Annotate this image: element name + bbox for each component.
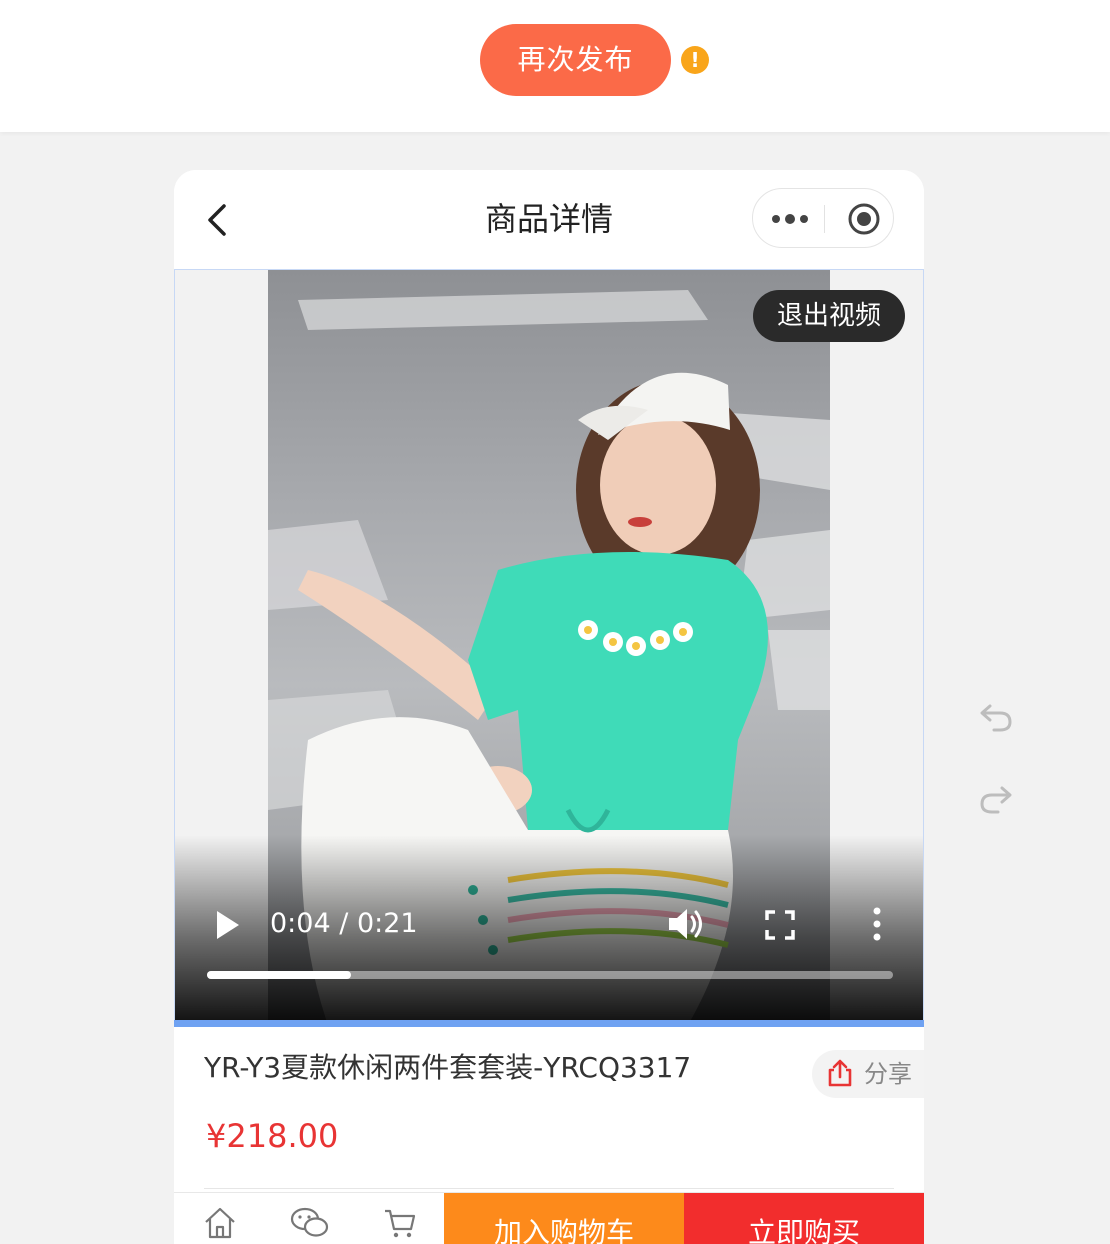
add-to-cart-button[interactable]: 加入购物车 [444,1193,684,1244]
video-player[interactable]: 退出视频 0:04 / 0:21 [174,269,924,1024]
video-progress-fill [207,971,352,979]
close-target-icon[interactable] [847,202,881,236]
editor-topbar: 再次发布 ! [0,0,1110,132]
play-icon[interactable] [213,908,241,942]
current-time: 0:04 [270,908,331,939]
product-price: ¥218.00 [206,1117,339,1155]
video-options-icon[interactable] [869,907,885,941]
video-time: 0:04 / 0:21 [270,906,418,942]
share-label: 分享 [864,1060,912,1088]
undo-icon[interactable] [978,700,1014,734]
exit-video-button[interactable]: 退出视频 [753,290,905,342]
cart-icon[interactable] [382,1205,418,1241]
buy-now-button[interactable]: 立即购买 [684,1193,924,1244]
republish-button[interactable]: 再次发布 [480,24,671,96]
video-progress-bar[interactable] [207,971,893,979]
mini-program-navbar: 商品详情 [174,170,924,269]
capsule-divider [824,205,825,233]
duration: 0:21 [356,908,418,939]
volume-icon[interactable] [667,906,705,942]
share-icon [828,1059,852,1087]
redo-icon[interactable] [978,782,1014,816]
more-dots-icon[interactable] [771,209,809,229]
phone-preview: 商品详情 退出视频 0:04 / 0:21 YR-Y3夏款休闲两件套套装-YRC… [174,170,924,1244]
video-selection-line [174,1020,924,1027]
warning-icon[interactable]: ! [681,46,709,74]
product-title: YR-Y3夏款休闲两件套套装-YRCQ3317 [204,1051,692,1084]
wechat-icon[interactable] [289,1205,331,1241]
divider [204,1188,894,1189]
bottom-action-bar: 加入购物车 立即购买 [174,1192,924,1244]
home-icon[interactable] [202,1205,238,1241]
time-separator: / [339,908,349,939]
capsule-menu [752,188,894,248]
share-button[interactable]: 分享 [812,1050,924,1098]
fullscreen-icon[interactable] [765,910,795,940]
